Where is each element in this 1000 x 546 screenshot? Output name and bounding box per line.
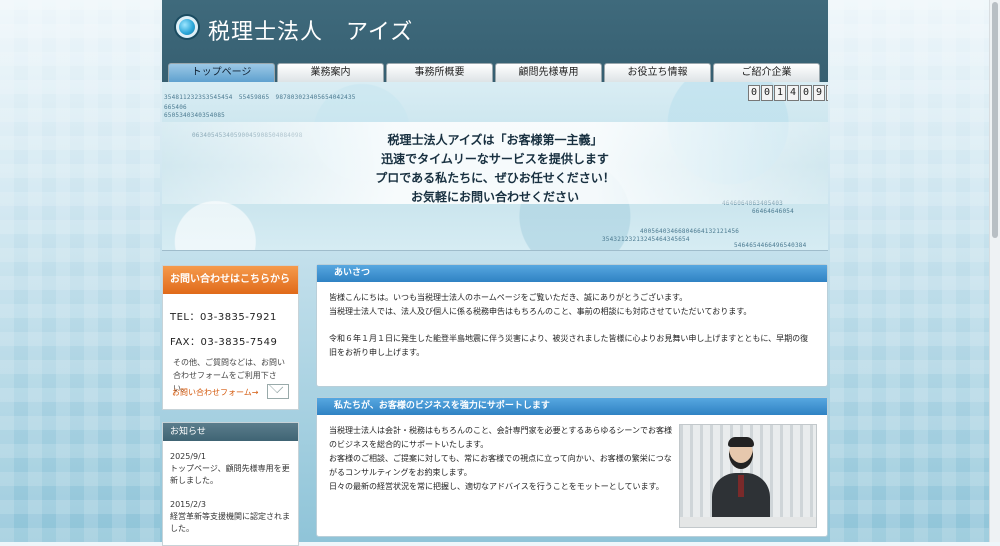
support-paragraph: 当税理士法人は会計・税務はもちろんのこと、会計専門家を必要とするあらゆるシーンで… [329,426,673,449]
greeting-body: 皆様こんにちは。いつも当税理士法人のホームページをご覧いただき、誠にありがとうご… [317,282,827,360]
photo-figure-tie [738,475,744,497]
photo-figure-hair [728,437,754,447]
tab-clients-only[interactable]: 顧問先様専用 [495,63,602,82]
mail-icon[interactable] [267,384,289,399]
banner-decor-digits: 6505340340354085 [164,112,225,119]
support-panel: 私たちが、お客様のビジネスを強力にサポートします 当税理士法人は会計・税務はもち… [316,397,828,537]
hero-banner: 3548112323S3545454 55459865 987803023405… [162,82,828,251]
site-title[interactable]: 税理士法人 アイズ [208,14,413,46]
tab-useful-info[interactable]: お役立ち情報 [604,63,711,82]
banner-line: 迅速でタイムリーなサービスを提供します [381,152,609,166]
support-paragraph: 日々の最新の経営状況を常に把握し、適切なアドバイスを行うことをモットーとしていま… [329,482,664,491]
tab-office-overview[interactable]: 事務所概要 [386,63,493,82]
counter-digit: 0 [761,85,773,101]
contact-form-link[interactable]: お問い合わせフォーム→ [172,387,258,398]
news-date: 2025/9/1 [170,452,206,461]
banner-decor-digits: 3548112323S3545454 55459865 987803023405… [164,94,356,101]
greeting-paragraph: 令和６年１月１日に発生した能登半島地震に伴う災害により、被災されました皆様に心よ… [329,334,809,357]
contact-heading[interactable]: お問い合わせはこちらから [163,266,298,294]
main-nav: トップページ 業務案内 事務所概要 顧問先様専用 お役立ち情報 ご紹介企業 [168,63,820,82]
site-header: 税理士法人 アイズ トップページ 業務案内 事務所概要 顧問先様専用 お役立ち情… [162,0,828,82]
businessman-photo [679,424,817,528]
counter-digit: 0 [748,85,760,101]
contact-tel: TEL：03-3835-7921 [170,312,277,323]
news-text[interactable]: 経営革新等支援機関に認定されました。 [163,511,298,535]
background-pattern-left [0,0,160,542]
tab-services[interactable]: 業務案内 [277,63,384,82]
banner-message: 税理士法人アイズは「お客様第一主義」 迅速でタイムリーなサービスを提供します プ… [162,131,828,207]
greeting-heading: あいさつ [317,265,827,282]
scrollbar-thumb[interactable] [992,2,998,238]
background-pattern-right [830,0,990,542]
page-container: 税理士法人 アイズ トップページ 業務案内 事務所概要 顧問先様専用 お役立ち情… [162,0,828,546]
circle-logo-icon [176,16,198,38]
tab-introduced-companies[interactable]: ご紹介企業 [713,63,820,82]
banner-decor-digits: 665406 [164,104,187,111]
counter-digit: 9 [813,85,825,101]
support-body: 当税理士法人は会計・税務はもちろんのこと、会計専門家を必要とするあらゆるシーンで… [317,415,686,494]
banner-line: お気軽にお問い合わせください [410,190,579,204]
banner-decor-digits: 66464646054 [752,208,794,215]
support-heading: 私たちが、お客様のビジネスを強力にサポートします [317,398,827,415]
counter-digit: 1 [774,85,786,101]
news-date: 2015/2/3 [170,500,206,509]
photo-desk [680,517,816,527]
counter-digit: 0 [800,85,812,101]
greeting-panel: あいさつ 皆様こんにちは。いつも当税理士法人のホームページをご覧いただき、誠にあ… [316,264,828,387]
tab-top-page[interactable]: トップページ [168,63,275,82]
counter-digit: 5 [826,85,828,101]
contact-box: お問い合わせはこちらから TEL：03-3835-7921 FAX：03-383… [162,265,299,410]
news-box: お知らせ 2025/9/1 トップページ、顧問先様専用を更新しました。 2015… [162,422,299,546]
support-paragraph: お客様のご相談、ご提案に対しても、常にお客様での視点に立って向かい、お客様の繁栄… [329,454,672,477]
counter-digit: 4 [787,85,799,101]
contact-fax: FAX：03-3835-7549 [170,337,278,348]
banner-decor-digits: 40056403466804664132121456 [640,228,740,235]
greeting-paragraph: 皆様こんにちは。いつも当税理士法人のホームページをご覧いただき、誠にありがとうご… [329,293,688,302]
banner-decor-digits: 5464654466496540384 [734,242,807,249]
news-text[interactable]: トップページ、顧問先様専用を更新しました。 [163,463,298,487]
news-heading: お知らせ [163,423,298,441]
banner-decor-digits: 35432123213245464345654 [602,236,690,243]
page-scrollbar[interactable] [989,0,1000,542]
access-counter: 0 0 1 4 0 9 5 [748,85,828,101]
greeting-paragraph: 当税理士法人では、法人及び個人に係る税務申告はもちろんのこと、事前の相談にも対応… [329,307,752,316]
banner-line: 税理士法人アイズは「お客様第一主義」 [387,133,603,147]
banner-line: プロである私たちに、ぜひお任せください！ [375,171,615,185]
